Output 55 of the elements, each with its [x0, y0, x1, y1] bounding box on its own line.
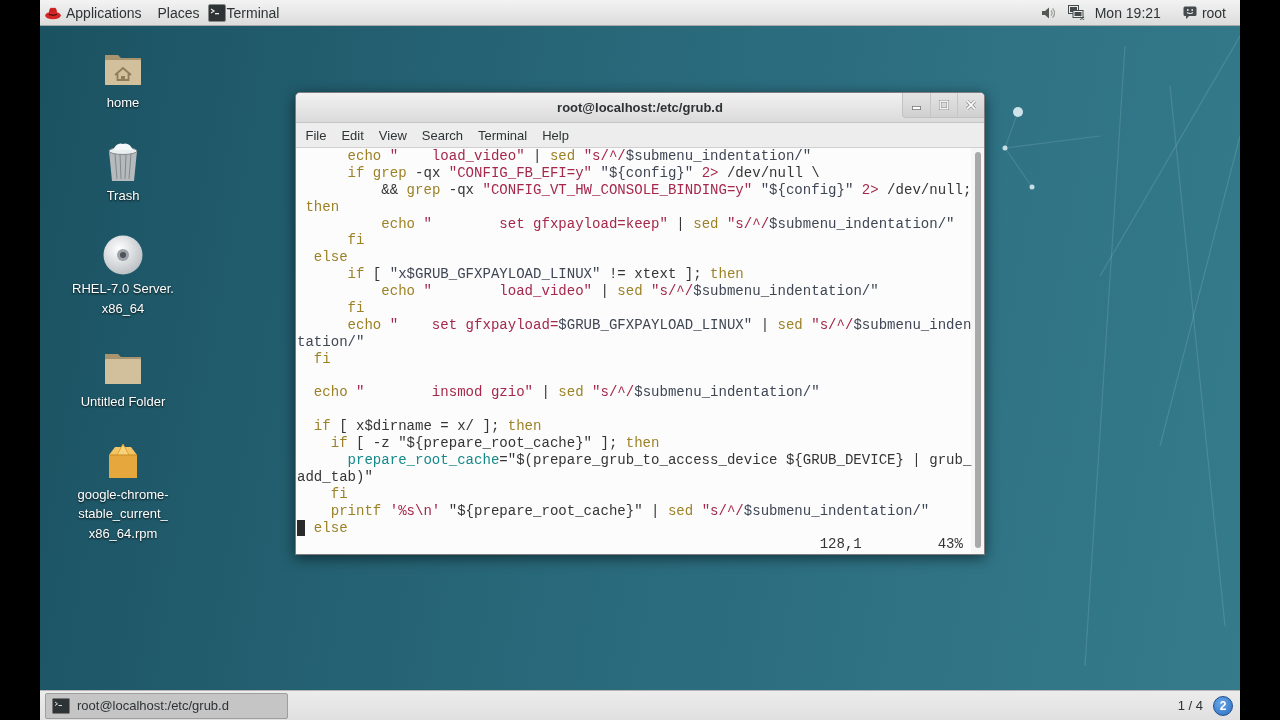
menu-item[interactable]: Help — [534, 124, 577, 146]
icon-label[interactable]: home — [106, 93, 140, 113]
menu-item[interactable]: View — [371, 124, 415, 146]
code-line: printf '%s\n' "${prepare_root_cache}" | sed "s/^/$submenu_indentation/" — [330, 502, 930, 519]
terminal-icon — [52, 697, 70, 714]
scrollbar[interactable] — [971, 148, 984, 554]
icon-label[interactable]: RHEL-7.0 Server. x86_64 — [72, 279, 174, 318]
code-line: && grep -qx "CONFIG_VT_HW_CONSOLE_BINDING=y" "${config}" 2> /dev/null; — [381, 181, 972, 198]
trash-icon[interactable] — [107, 142, 139, 182]
code-line: fi — [347, 300, 365, 316]
code-line: echo " load_video" | sed "s/^/$submenu_indentation/" — [381, 283, 879, 300]
menu-item[interactable]: Search — [414, 124, 471, 146]
menu-item[interactable]: Edit — [333, 124, 372, 146]
code-line: fi — [313, 350, 331, 367]
code-line: if [ "x$GRUB_GFXPAYLOAD_LINUX" != xtext ]; then — [347, 266, 744, 283]
code-line: else — [313, 519, 348, 536]
window-list-button[interactable]: root@localhost:/etc/grub.d — [45, 692, 288, 719]
code-line: echo " set gfxpayload=$GRUB_GFXPAYLOAD_LINUX" | sed "s/^/$submenu_inden — [347, 316, 972, 333]
hat-icon — [45, 5, 61, 20]
code-line: if [ x$dirname = x/ ]; then — [313, 418, 542, 435]
maximize-icon — [939, 100, 949, 110]
cursor-position: 128,1 — [819, 536, 862, 553]
close-icon — [966, 100, 976, 110]
clock[interactable]: Mon 19:21 — [1090, 0, 1169, 25]
menu-button[interactable]: Places — [149, 0, 208, 25]
menu-item[interactable]: File — [298, 124, 334, 146]
window-title: root@localhost:/etc/grub.d — [557, 100, 723, 115]
network-icon — [1067, 5, 1085, 20]
code-line: then — [305, 198, 340, 215]
code-line: if grep -qx "CONFIG_FB_EFI=y" "${config}" 2> /dev/null \ — [347, 164, 820, 181]
code-line: echo " load_video" | sed "s/^/$submenu_indentation/" — [347, 148, 812, 164]
code-line: echo " set gfxpayload=keep" | sed "s/^/$submenu_indentation/" — [381, 215, 955, 232]
code-line: else — [313, 249, 348, 266]
code-line: tation/" — [297, 333, 365, 350]
scroll-percent: 43% — [937, 536, 963, 553]
terminal-icon — [207, 3, 226, 22]
package-icon[interactable] — [107, 442, 139, 479]
icon-label[interactable]: Untitled Folder — [80, 391, 166, 411]
code-line: fi — [330, 485, 348, 502]
icon-label[interactable]: google-chrome- stable_current_ x86_64.rpm — [77, 484, 169, 543]
volume-icon — [1041, 6, 1055, 19]
app-menu-button[interactable]: Terminal — [207, 0, 286, 25]
code-line: prepare_root_cache="$(prepare_grub_to_access_device ${GRUB_DEVICE} | grub_ — [347, 452, 972, 469]
menu-item[interactable]: Terminal — [470, 124, 535, 146]
disc-icon[interactable] — [103, 235, 143, 275]
workspace-indicator[interactable]: 1 / 4 — [1172, 698, 1208, 713]
icon-label[interactable]: Trash — [106, 186, 140, 206]
user-menu-button[interactable]: root — [1168, 0, 1226, 25]
chat-bubble-icon — [1182, 6, 1197, 19]
code-line: if [ -z "${prepare_root_cache}" ]; then — [330, 435, 660, 452]
menu-button[interactable]: Applications — [40, 0, 150, 25]
code-line: fi — [347, 232, 365, 249]
minimize-icon — [912, 106, 921, 110]
code-line: add_tab)" — [297, 468, 373, 485]
code-line: echo " insmod gzio" | sed "s/^/$submenu_indentation/" — [313, 384, 820, 401]
